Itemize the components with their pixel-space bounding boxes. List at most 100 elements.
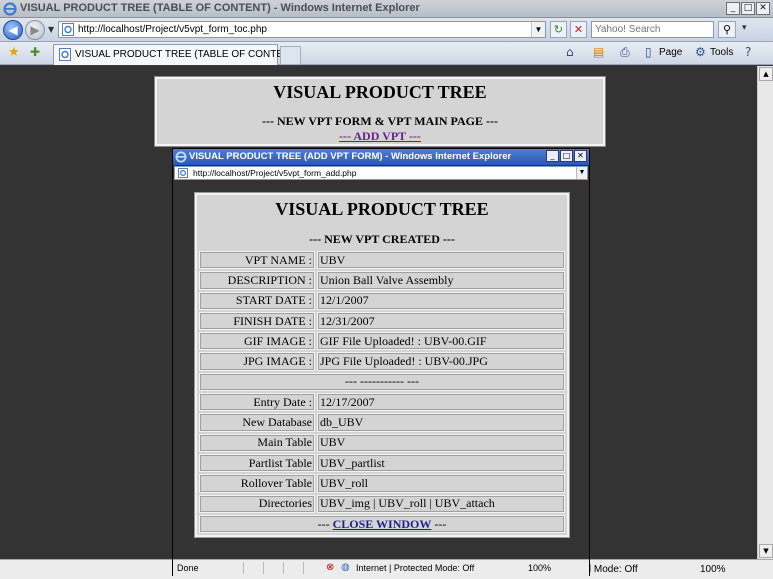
back-icon[interactable]: ◀	[3, 20, 23, 40]
zoom-level[interactable]: 100%	[528, 563, 551, 573]
status-zone: Internet | Protected Mode: Off	[356, 563, 475, 573]
scroll-up-icon[interactable]: ▲	[759, 67, 773, 81]
ie-logo-icon	[175, 151, 187, 163]
forward-icon[interactable]: ▶	[25, 20, 45, 40]
close-window-link[interactable]: CLOSE WINDOW	[333, 517, 432, 531]
scroll-down-icon[interactable]: ▼	[759, 544, 773, 558]
add-vpt-popup-window: VISUAL PRODUCT TREE (ADD VPT FORM) - Win…	[172, 148, 590, 576]
search-input[interactable]	[592, 22, 710, 37]
new-tab-button[interactable]	[280, 46, 301, 65]
popup-status-bar: Done ⊗ ◍ Internet | Protected Mode: Off …	[173, 559, 589, 576]
page-subtitle: --- NEW VPT FORM & VPT MAIN PAGE ---	[262, 114, 498, 128]
popup-address-bar[interactable]: http://localhost/Project/v5vpt_form_add.…	[174, 166, 588, 180]
field-value: UBV	[317, 433, 565, 452]
table-row: VPT NAME : UBV	[199, 251, 565, 270]
separator-row: --- ----------- ---	[199, 372, 565, 392]
popup-title: VISUAL PRODUCT TREE (ADD VPT FORM) - Win…	[189, 151, 512, 162]
close-prefix: ---	[317, 516, 330, 531]
vpt-details-table: VISUAL PRODUCT TREE --- NEW VPT CREATED …	[197, 195, 567, 535]
table-row: JPG IMAGE : JPG File Uploaded! : UBV-00.…	[199, 352, 565, 371]
field-label: Directories	[199, 494, 315, 513]
status-divider	[243, 562, 244, 574]
popup-blocked-icon[interactable]: ⊗	[326, 562, 334, 573]
page-title: VISUAL PRODUCT TREE	[273, 82, 487, 102]
vpt-header-cell: VISUAL PRODUCT TREE --- NEW VPT CREATED …	[199, 197, 565, 249]
field-label: FINISH DATE :	[199, 311, 315, 331]
popup-titlebar[interactable]: VISUAL PRODUCT TREE (ADD VPT FORM) - Win…	[173, 149, 589, 165]
favorites-star-icon[interactable]: ★	[8, 45, 20, 60]
table-row: FINISH DATE : 12/31/2007	[199, 311, 565, 331]
tab-toolbar: ★ ✚ VISUAL PRODUCT TREE (TABLE OF CONTEN…	[0, 42, 773, 65]
field-value: 12/17/2007	[317, 393, 565, 412]
address-toolbar: ◀ ▶ ▼ http://localhost/Project/v5vpt_for…	[0, 18, 773, 42]
window-titlebar[interactable]: VISUAL PRODUCT TREE (TABLE OF CONTENT) -…	[0, 0, 773, 18]
maximize-icon[interactable]: □	[560, 150, 573, 162]
field-label: New Database	[199, 413, 315, 432]
print-icon[interactable]: ⎙	[620, 45, 630, 60]
table-row: Entry Date : 12/17/2007	[199, 393, 565, 412]
table-row: New Database db_UBV	[199, 413, 565, 432]
stop-icon[interactable]: ✕	[570, 21, 587, 38]
maximize-icon[interactable]: □	[741, 2, 755, 15]
field-value: GIF File Uploaded! : UBV-00.GIF	[317, 332, 565, 351]
field-value: Union Ball Valve Assembly	[317, 271, 565, 290]
field-value: 12/1/2007	[317, 291, 565, 310]
field-value: UBV_partlist	[317, 453, 565, 473]
search-icon[interactable]: ⚲	[718, 21, 736, 38]
field-label: Main Table	[199, 433, 315, 452]
search-box[interactable]	[591, 21, 714, 38]
separator-text: --- ----------- ---	[199, 372, 565, 392]
page-menu-icon: ▯	[645, 45, 652, 59]
field-value: 12/31/2007	[317, 311, 565, 331]
minimize-icon[interactable]: _	[726, 2, 740, 15]
field-value: JPG File Uploaded! : UBV-00.JPG	[317, 352, 565, 371]
zoom-level[interactable]: 100%	[700, 564, 726, 575]
page-menu[interactable]: Page	[659, 47, 682, 58]
page-icon	[178, 168, 188, 178]
field-label: Rollover Table	[199, 474, 315, 493]
tools-icon: ⚙	[695, 45, 706, 59]
close-suffix: ---	[434, 516, 447, 531]
vertical-scrollbar[interactable]: ▲ ▼	[757, 66, 773, 559]
field-label: GIF IMAGE :	[199, 332, 315, 351]
field-value: UBV_img | UBV_roll | UBV_attach	[317, 494, 565, 513]
close-icon[interactable]: ✕	[574, 150, 587, 162]
popup-heading: VISUAL PRODUCT TREE	[275, 199, 489, 219]
status-divider	[263, 562, 264, 574]
address-dropdown-icon[interactable]: ▼	[576, 167, 587, 179]
popup-window-controls: _ □ ✕	[546, 150, 587, 162]
close-icon[interactable]: ✕	[756, 2, 770, 15]
field-label: VPT NAME :	[199, 251, 315, 270]
home-icon[interactable]: ⌂	[566, 45, 574, 59]
popup-subheading: --- NEW VPT CREATED ---	[309, 232, 455, 246]
search-dropdown-icon[interactable]: ▾	[742, 23, 747, 33]
window-controls: _ □ ✕	[726, 2, 770, 15]
close-row: --- CLOSE WINDOW ---	[199, 514, 565, 534]
refresh-icon[interactable]: ↻	[550, 21, 567, 38]
field-label: START DATE :	[199, 291, 315, 310]
table-row: Partlist Table UBV_partlist	[199, 453, 565, 473]
status-text: Done	[177, 563, 199, 573]
add-vpt-link[interactable]: --- ADD VPT ---	[157, 129, 603, 144]
help-icon[interactable]: ?	[745, 45, 751, 59]
tools-menu[interactable]: Tools	[710, 47, 733, 58]
address-bar[interactable]: http://localhost/Project/v5vpt_form_toc.…	[58, 21, 546, 38]
table-row: Rollover Table UBV_roll	[199, 474, 565, 493]
globe-icon: ◍	[341, 562, 350, 573]
address-url[interactable]: http://localhost/Project/v5vpt_form_toc.…	[78, 24, 267, 35]
address-dropdown-icon[interactable]: ▼	[531, 22, 545, 37]
table-row: Directories UBV_img | UBV_roll | UBV_att…	[199, 494, 565, 513]
field-value: UBV	[317, 251, 565, 270]
add-favorites-icon[interactable]: ✚	[30, 45, 40, 59]
tab-toc[interactable]: VISUAL PRODUCT TREE (TABLE OF CONTENT)	[53, 44, 300, 65]
table-row: Main Table UBV	[199, 433, 565, 452]
status-divider	[303, 562, 304, 574]
popup-address-url[interactable]: http://localhost/Project/v5vpt_form_add.…	[193, 168, 356, 178]
tab-label: VISUAL PRODUCT TREE (TABLE OF CONTENT)	[75, 49, 300, 60]
history-dropdown-icon[interactable]: ▼	[48, 25, 54, 34]
minimize-icon[interactable]: _	[546, 150, 559, 162]
field-label: Entry Date :	[199, 393, 315, 412]
feeds-icon[interactable]: ▤	[593, 45, 604, 59]
vpt-created-panel: VISUAL PRODUCT TREE --- NEW VPT CREATED …	[194, 191, 570, 539]
window-title: VISUAL PRODUCT TREE (TABLE OF CONTENT) -…	[20, 2, 420, 14]
